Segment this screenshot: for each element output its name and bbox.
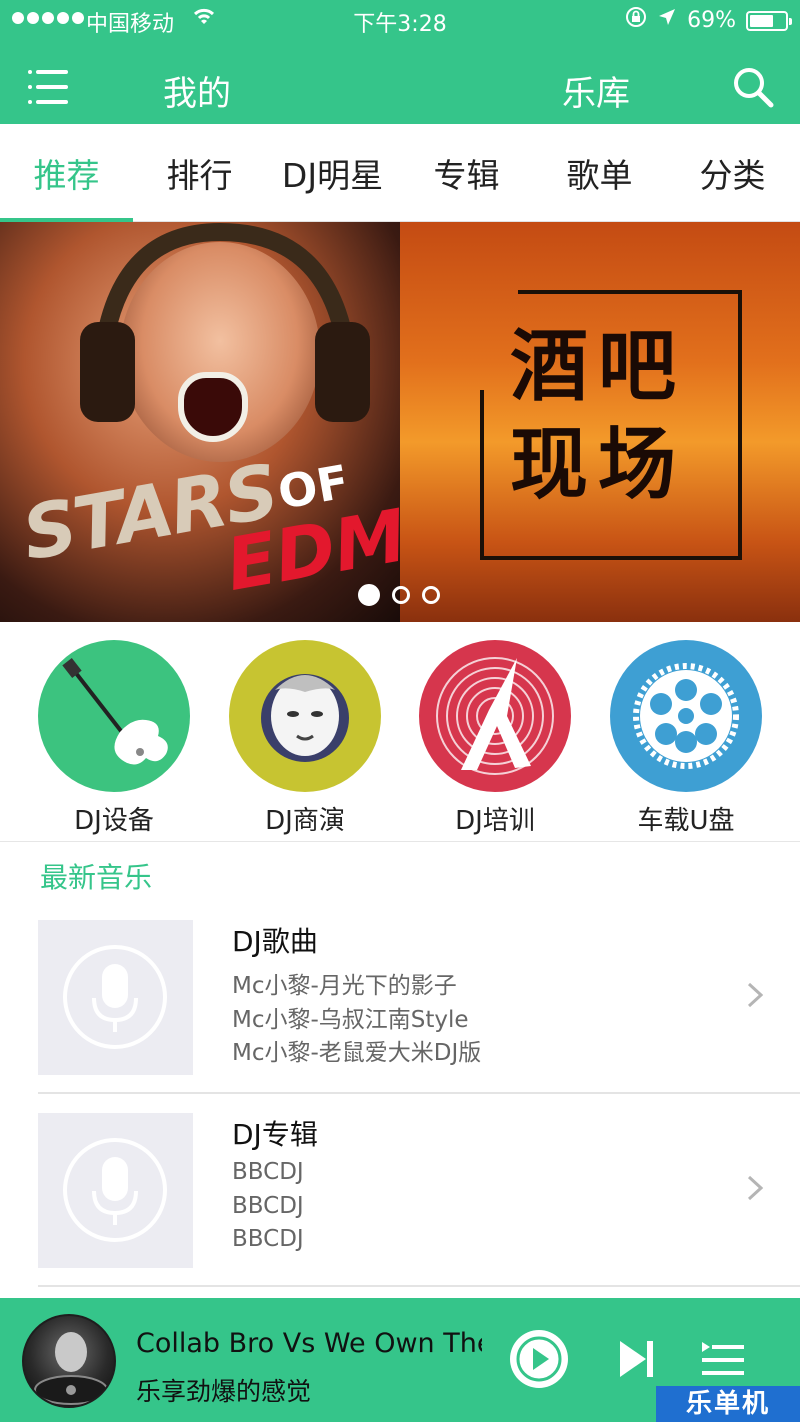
list-item-line: BBCDJ	[232, 1193, 304, 1219]
app-header: 中国移动 下午3:28 69% 我的 乐库	[0, 0, 800, 124]
microphone-icon	[38, 1113, 193, 1268]
guitar-icon	[38, 640, 190, 792]
status-right: 69%	[625, 6, 792, 34]
location-arrow-icon	[657, 7, 677, 33]
play-icon[interactable]	[510, 1330, 568, 1388]
tab-categories[interactable]: 分类	[666, 124, 799, 222]
tab-dj-stars[interactable]: DJ明星	[266, 124, 399, 222]
headphones-icon	[80, 222, 370, 422]
shortcut-dj-training[interactable]: DJ培训	[419, 640, 571, 837]
list-item-line: Mc小黎-月光下的影子	[232, 973, 457, 999]
tab-ranking[interactable]: 排行	[133, 124, 266, 222]
tab-library[interactable]: 乐库	[562, 66, 630, 115]
section-title-latest: 最新音乐	[40, 861, 153, 894]
carousel-dots[interactable]	[358, 584, 440, 606]
list-item-line: BBCDJ	[232, 1159, 304, 1185]
banner-title-line2: 现场	[510, 419, 687, 510]
tab-mine[interactable]: 我的	[163, 66, 231, 115]
watermark-logo: 乐单机	[656, 1386, 800, 1422]
performer-icon	[229, 640, 381, 792]
category-tabs: 推荐 排行 DJ明星 专辑 歌单 分类	[0, 124, 800, 222]
playlist-icon[interactable]	[702, 1340, 744, 1380]
banner-title-line1: 酒吧	[510, 321, 687, 412]
menu-icon[interactable]	[28, 66, 68, 108]
shortcut-label: DJ商演	[265, 806, 345, 836]
shortcut-dj-shows[interactable]: DJ商演	[229, 640, 381, 837]
list-divider	[38, 1092, 800, 1094]
next-track-icon[interactable]	[618, 1338, 656, 1380]
carousel-dot-1[interactable]	[358, 584, 380, 606]
list-item-title: DJ专辑	[232, 1118, 318, 1151]
carousel-dot-2[interactable]	[392, 586, 410, 604]
chevron-right-icon	[742, 1175, 768, 1201]
search-icon[interactable]	[732, 66, 774, 108]
tab-albums[interactable]: 专辑	[400, 124, 533, 222]
tab-recommend[interactable]: 推荐	[0, 124, 133, 222]
status-bar: 中国移动 下午3:28 69%	[0, 0, 800, 40]
rotation-lock-icon	[625, 6, 647, 34]
shortcut-dj-equipment[interactable]: DJ设备	[38, 640, 190, 837]
list-item-line: Mc小黎-乌叔江南Style	[232, 1007, 469, 1033]
battery-icon	[746, 11, 792, 31]
list-item-line: Mc小黎-老鼠爱大米DJ版	[232, 1040, 482, 1066]
chevron-right-icon	[742, 982, 768, 1008]
list-item-dj-albums[interactable]: DJ专辑 BBCDJ BBCDJ BBCDJ	[38, 1113, 800, 1285]
shortcut-car-usb[interactable]: 车载U盘	[610, 640, 762, 837]
list-item-dj-songs[interactable]: DJ歌曲 Mc小黎-月光下的影子 Mc小黎-乌叔江南Style Mc小黎-老鼠爱…	[38, 920, 800, 1092]
list-item-line: BBCDJ	[232, 1226, 304, 1252]
list-item-title: DJ歌曲	[232, 925, 318, 958]
banner-carousel[interactable]: STARS OF EDM 酒吧 现场	[0, 222, 800, 622]
album-art[interactable]	[22, 1314, 116, 1408]
list-divider	[38, 1285, 800, 1287]
category-shortcuts: DJ设备 DJ商演 DJ培训 车载U盘	[0, 622, 800, 842]
now-playing-title: Collab Bro Vs We Own The	[136, 1328, 482, 1359]
dancer-icon	[419, 640, 571, 792]
banner-title-cn: 酒吧 现场	[510, 318, 710, 514]
battery-percent: 69%	[687, 7, 736, 33]
microphone-icon	[38, 920, 193, 1075]
carousel-dot-3[interactable]	[422, 586, 440, 604]
shortcut-label: 车载U盘	[637, 806, 735, 836]
shortcut-label: DJ设备	[74, 806, 154, 836]
film-reel-icon	[610, 640, 762, 792]
now-playing-tagline: 乐享劲爆的感觉	[136, 1377, 312, 1406]
tab-playlists[interactable]: 歌单	[533, 124, 666, 222]
shortcut-label: DJ培训	[455, 806, 535, 836]
